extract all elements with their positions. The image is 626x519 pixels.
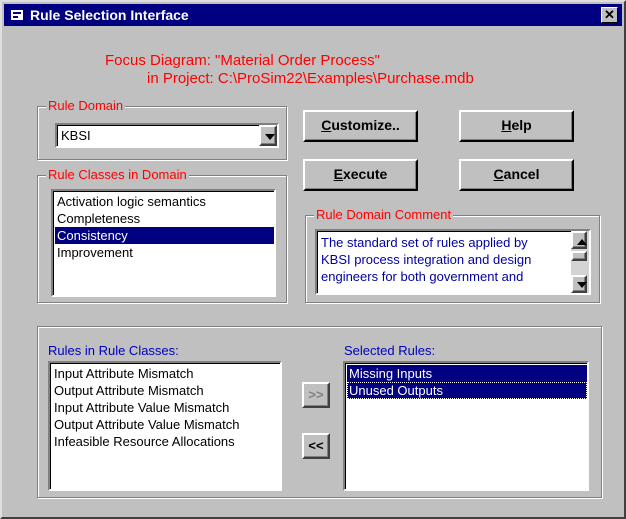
close-button[interactable]: ✕ <box>601 7 618 23</box>
cancel-mnemonic: C <box>493 166 504 182</box>
execute-label: xecute <box>342 166 388 182</box>
help-mnemonic: H <box>501 117 512 133</box>
selected-rules-label: Selected Rules: <box>344 343 436 358</box>
project-path-label: in Project: C:\ProSim22\Examples\Purchas… <box>147 70 474 87</box>
execute-button[interactable]: Execute <box>303 159 418 191</box>
list-item-consistency[interactable]: Consistency <box>55 227 274 244</box>
rule-classes-group: Rule Classes in Domain Activation logic … <box>37 167 287 303</box>
selected-rules-listbox[interactable]: Missing Inputs Unused Outputs <box>343 361 589 491</box>
app-icon <box>11 10 23 20</box>
rule-domain-legend: Rule Domain <box>46 98 126 113</box>
scroll-down-icon <box>577 282 587 288</box>
rule-domain-comment-group: Rule Domain Comment The standard set of … <box>305 207 600 303</box>
scroll-down-button[interactable] <box>571 275 587 293</box>
available-rules-listbox[interactable]: Input Attribute Mismatch Output Attribut… <box>48 361 282 491</box>
comment-scrollbar[interactable] <box>571 231 589 293</box>
help-button[interactable]: Help <box>459 110 574 142</box>
focus-diagram-label: Focus Diagram: "Material Order Process" <box>105 52 380 69</box>
rule-domain-value: KBSI <box>61 128 91 143</box>
list-item-rule[interactable]: Output Attribute Value Mismatch <box>52 416 243 433</box>
cancel-label: ancel <box>503 166 540 182</box>
cancel-button[interactable]: Cancel <box>459 159 574 191</box>
list-item-selected-rule[interactable]: Missing Inputs <box>347 365 587 382</box>
list-item-selected-rule[interactable]: Unused Outputs <box>347 382 587 399</box>
list-item-completeness[interactable]: Completeness <box>55 210 144 227</box>
customize-mnemonic: C <box>321 117 332 133</box>
scroll-up-button[interactable] <box>571 231 587 249</box>
list-item-activation-logic[interactable]: Activation logic semantics <box>55 193 210 210</box>
rules-in-classes-label: Rules in Rule Classes: <box>48 343 179 358</box>
close-icon: ✕ <box>604 7 615 22</box>
customize-label: ustomize.. <box>331 117 400 133</box>
rule-domain-group: Rule Domain KBSI <box>37 98 287 160</box>
comment-text: The standard set of rules applied by KBS… <box>321 235 532 284</box>
comment-textbox[interactable]: The standard set of rules applied by KBS… <box>315 229 591 295</box>
rule-classes-listbox[interactable]: Activation logic semantics Completeness … <box>51 189 276 297</box>
list-item-rule[interactable]: Input Attribute Value Mismatch <box>52 399 233 416</box>
rule-domain-dropdown-button[interactable] <box>259 125 277 146</box>
scroll-thumb[interactable] <box>571 251 587 261</box>
customize-button[interactable]: Customize.. <box>303 110 418 142</box>
chevron-down-icon <box>265 134 275 140</box>
list-item-rule[interactable]: Infeasible Resource Allocations <box>52 433 239 450</box>
list-item-improvement[interactable]: Improvement <box>55 244 137 261</box>
scroll-up-icon <box>577 239 587 245</box>
execute-mnemonic: E <box>333 166 343 182</box>
help-label: elp <box>511 117 532 133</box>
window-title: Rule Selection Interface <box>30 7 189 23</box>
title-bar[interactable]: Rule Selection Interface ✕ <box>4 4 622 26</box>
add-rule-button[interactable]: >> <box>302 382 330 408</box>
rule-domain-combobox[interactable]: KBSI <box>55 123 279 148</box>
rule-domain-comment-legend: Rule Domain Comment <box>314 207 454 222</box>
rule-selection-window: Rule Selection Interface ✕ Focus Diagram… <box>0 0 626 519</box>
list-item-rule[interactable]: Output Attribute Mismatch <box>52 382 208 399</box>
rules-group: Rules in Rule Classes: Input Attribute M… <box>37 326 602 498</box>
rule-classes-legend: Rule Classes in Domain <box>46 167 189 182</box>
list-item-rule[interactable]: Input Attribute Mismatch <box>52 365 197 382</box>
remove-rule-button[interactable]: << <box>302 433 330 459</box>
